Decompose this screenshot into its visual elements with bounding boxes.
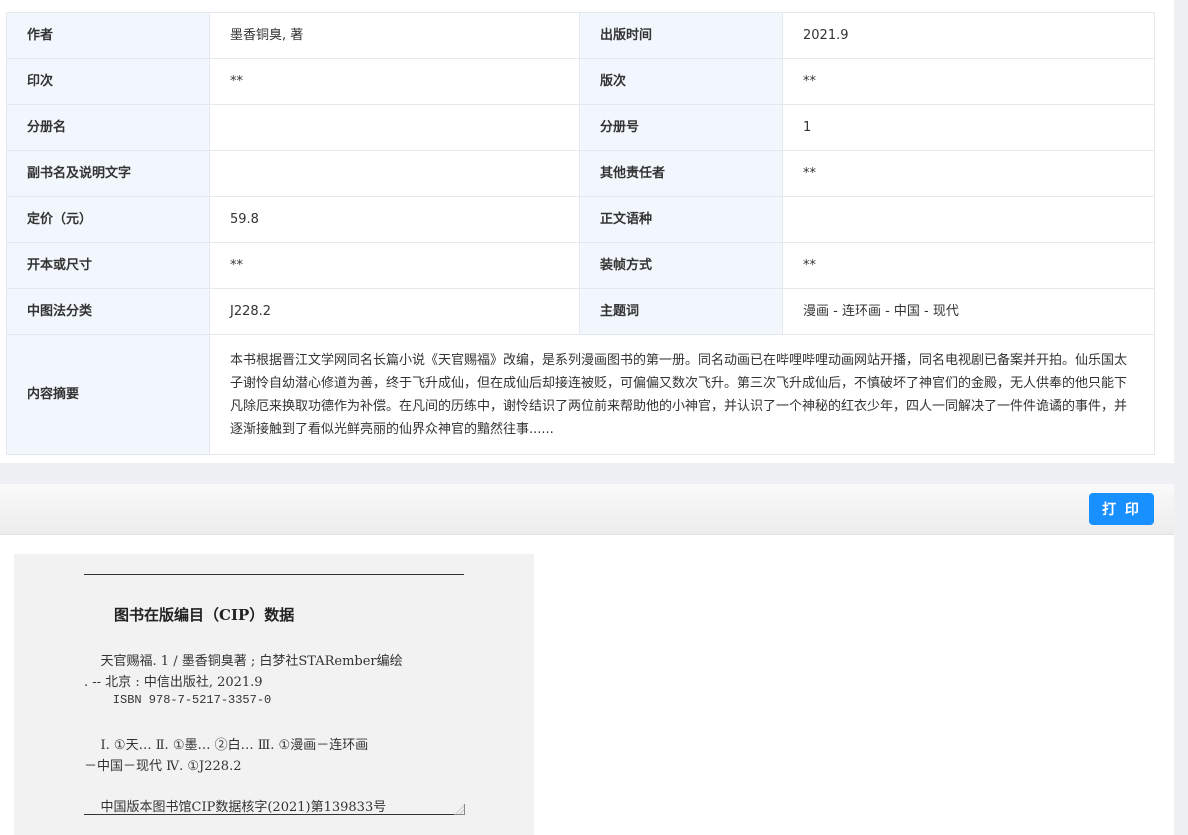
label-language: 正文语种 [579, 196, 783, 243]
value-printing: ** [209, 58, 580, 105]
value-price: 59.8 [209, 196, 580, 243]
table-row: 作者 墨香铜臭, 著 出版时间 2021.9 [6, 12, 1155, 59]
label-binding: 装帧方式 [579, 242, 783, 289]
cip-top-rule [84, 574, 464, 575]
value-format: ** [209, 242, 580, 289]
table-row: 中图法分类 J228.2 主题词 漫画 - 连环画 - 中国 - 现代 [6, 288, 1155, 335]
label-edition: 版次 [579, 58, 783, 105]
value-subject-terms: 漫画 - 连环画 - 中国 - 现代 [782, 288, 1155, 335]
print-button[interactable]: 打 印 [1089, 493, 1154, 525]
label-printing: 印次 [6, 58, 210, 105]
label-other-contributors: 其他责任者 [579, 150, 783, 197]
label-volume-number: 分册号 [579, 104, 783, 151]
table-row: 印次 ** 版次 ** [6, 58, 1155, 105]
label-classification: 中图法分类 [6, 288, 210, 335]
label-volume-name: 分册名 [6, 104, 210, 151]
book-info-table: 作者 墨香铜臭, 著 出版时间 2021.9 印次 ** 版次 ** 分册名 分… [6, 12, 1155, 455]
cip-line-publisher: . -- 北京 : 中信出版社, 2021.9 [84, 675, 263, 690]
label-publish-date: 出版时间 [579, 12, 783, 59]
value-classification: J228.2 [209, 288, 580, 335]
cip-line-isbn: ISBN 978-7-5217-3357-0 [84, 693, 272, 707]
value-volume-number: 1 [782, 104, 1155, 151]
value-summary: 本书根据晋江文学网同名长篇小说《天官赐福》改编，是系列漫画图书的第一册。同名动画… [209, 334, 1155, 455]
table-row: 开本或尺寸 ** 装帧方式 ** [6, 242, 1155, 289]
book-info-panel: 作者 墨香铜臭, 著 出版时间 2021.9 印次 ** 版次 ** 分册名 分… [0, 0, 1174, 463]
label-subtitle: 副书名及说明文字 [6, 150, 210, 197]
cip-line-record-number: 中国版本图书馆CIP数据核字(2021)第139833号 [84, 800, 387, 815]
label-subject-terms: 主题词 [579, 288, 783, 335]
label-format: 开本或尺寸 [6, 242, 210, 289]
cip-line-classification: Ⅰ. ①天… Ⅱ. ①墨… ②白… Ⅲ. ①漫画－连环画 [84, 738, 369, 753]
value-publish-date: 2021.9 [782, 12, 1155, 59]
value-author: 墨香铜臭, 著 [209, 12, 580, 59]
value-binding: ** [782, 242, 1155, 289]
cip-title: 图书在版编目（CIP）数据 [114, 606, 295, 624]
value-language [782, 196, 1155, 243]
label-summary: 内容摘要 [6, 334, 210, 455]
table-row: 分册名 分册号 1 [6, 104, 1155, 151]
table-row: 副书名及说明文字 其他责任者 ** [6, 150, 1155, 197]
print-toolbar: 打 印 [0, 484, 1174, 535]
value-other-contributors: ** [782, 150, 1155, 197]
label-author: 作者 [6, 12, 210, 59]
value-edition: ** [782, 58, 1155, 105]
label-price: 定价（元） [6, 196, 210, 243]
resize-handle-icon[interactable] [454, 804, 465, 815]
cip-line-title: 天官赐福. 1 / 墨香铜臭著 ; 白梦社STARember编绘 [84, 654, 403, 669]
value-volume-name [209, 104, 580, 151]
table-row-summary: 内容摘要 本书根据晋江文学网同名长篇小说《天官赐福》改编，是系列漫画图书的第一册… [6, 334, 1155, 455]
cip-bottom-rule [84, 814, 464, 815]
table-row: 定价（元） 59.8 正文语种 [6, 196, 1155, 243]
value-subtitle [209, 150, 580, 197]
scrollbar[interactable] [1174, 0, 1188, 835]
cip-line-classification-cont: －中国－现代 Ⅳ. ①J228.2 [84, 759, 242, 774]
